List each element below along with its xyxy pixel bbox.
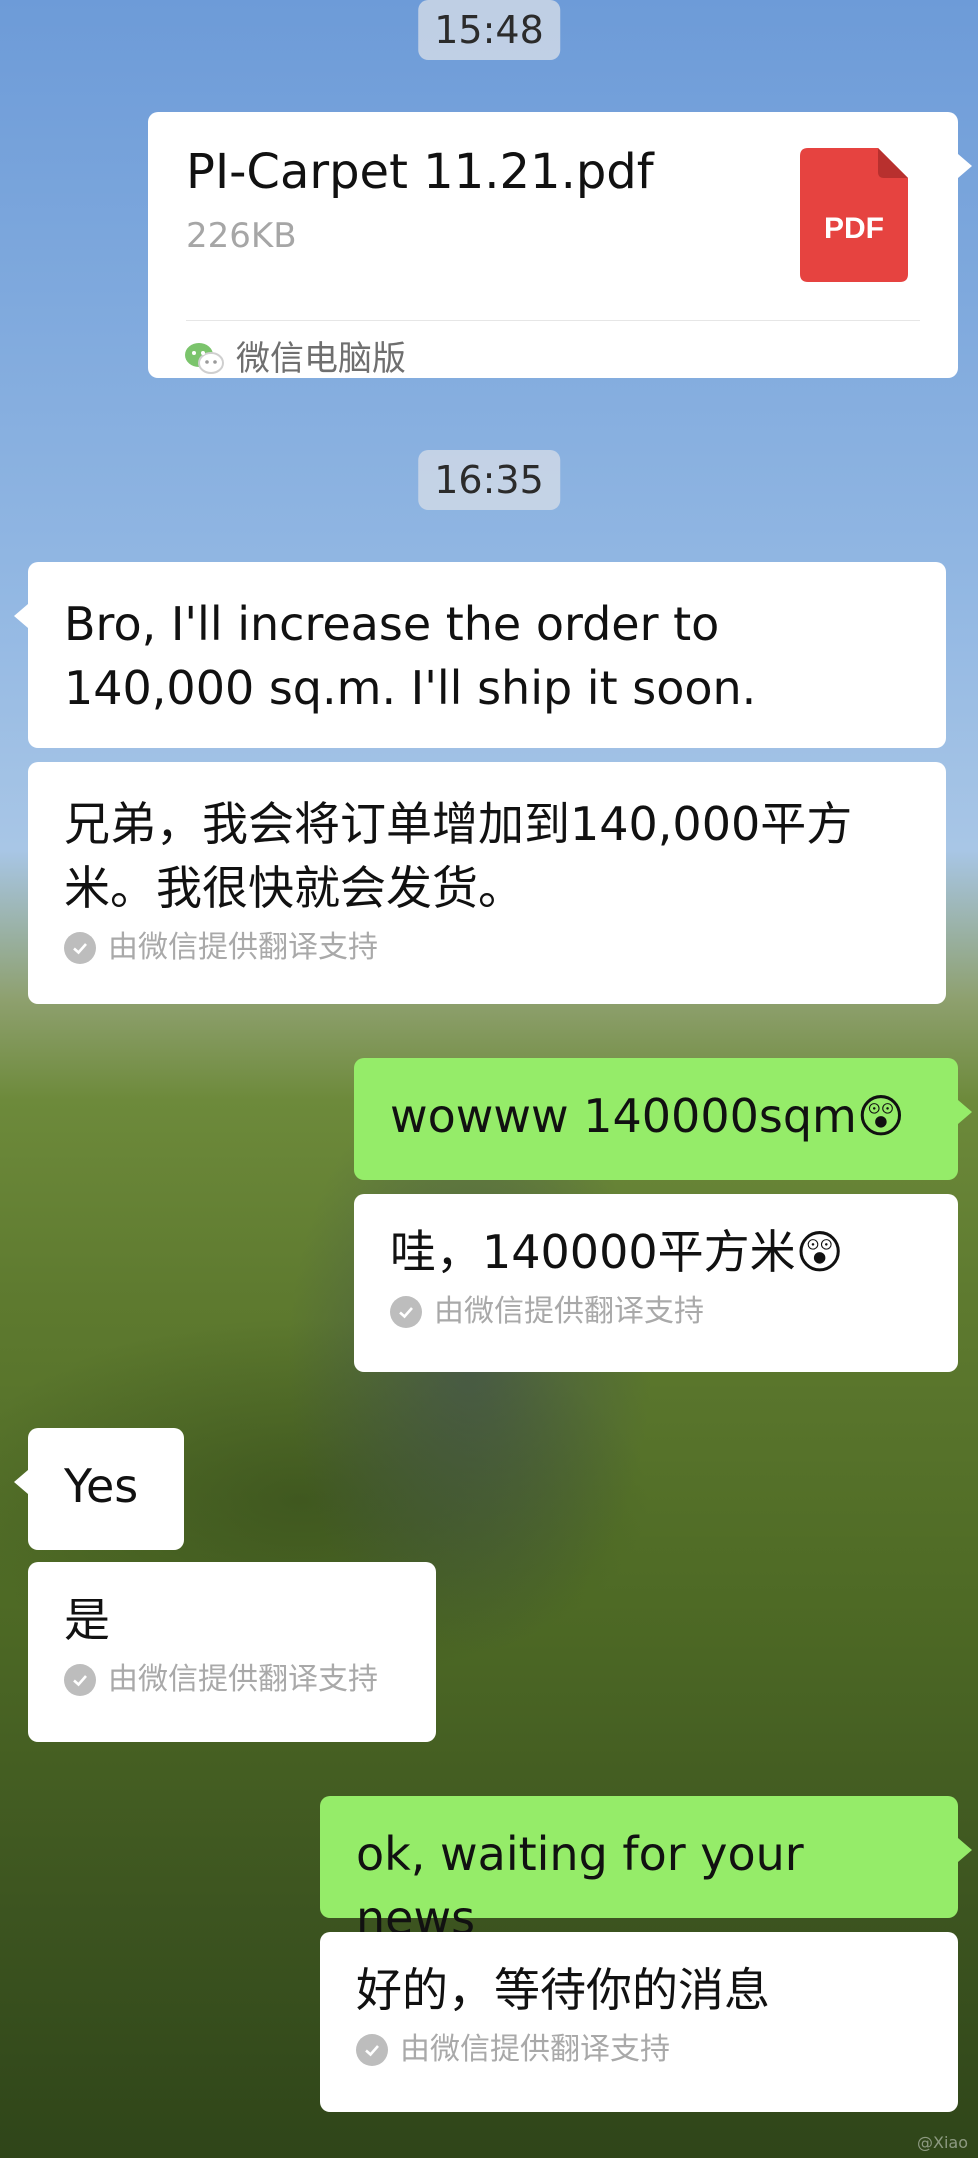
timestamp: 16:35: [418, 450, 560, 510]
check-circle-icon: [64, 1664, 96, 1696]
translation-credit-label: 由微信提供翻译支持: [108, 1662, 378, 1697]
message-text: wowww 140000sqm😲: [390, 1089, 905, 1143]
translation-credit: 由微信提供翻译支持: [64, 928, 910, 968]
translation-bubble[interactable]: 兄弟，我会将订单增加到140,000平方米。我很快就会发货。 由微信提供翻译支持: [28, 762, 946, 1004]
watermark: @Xiao: [917, 2133, 968, 2152]
translation-text: 哇，140000平方米😲: [390, 1225, 844, 1279]
translation-text: 好的，等待你的消息: [356, 1963, 770, 2017]
translation-text: 兄弟，我会将订单增加到140,000平方米。我很快就会发货。: [64, 797, 853, 915]
translation-credit: 由微信提供翻译支持: [390, 1292, 922, 1332]
check-circle-icon: [356, 2034, 388, 2066]
file-size: 226KB: [186, 216, 297, 256]
file-source-label: 微信电脑版: [236, 339, 406, 379]
message-bubble-received[interactable]: Bro, I'll increase the order to 140,000 …: [14, 562, 946, 748]
chat-screen: 15:48 PI-Carpet 11.21.pdf 226KB PDF 微信电脑…: [0, 0, 978, 2158]
message-bubble-sent[interactable]: ok, waiting for your news: [320, 1796, 972, 1945]
file-message-bubble[interactable]: PI-Carpet 11.21.pdf 226KB PDF 微信电脑版: [148, 112, 972, 379]
file-name: PI-Carpet 11.21.pdf: [186, 144, 654, 200]
message-text: Bro, I'll increase the order to 140,000 …: [64, 597, 757, 715]
translation-credit-label: 由微信提供翻译支持: [108, 930, 378, 965]
check-circle-icon: [390, 1296, 422, 1328]
translation-credit-label: 由微信提供翻译支持: [400, 2032, 670, 2067]
pdf-file-icon: PDF: [800, 148, 908, 282]
translation-credit-label: 由微信提供翻译支持: [434, 1294, 704, 1329]
translation-bubble[interactable]: 哇，140000平方米😲 由微信提供翻译支持: [354, 1194, 958, 1372]
translation-text: 是: [64, 1593, 110, 1647]
message-text: Yes: [64, 1459, 139, 1513]
translation-credit: 由微信提供翻译支持: [64, 1660, 400, 1700]
translation-bubble[interactable]: 是 由微信提供翻译支持: [28, 1562, 436, 1742]
divider: [186, 320, 920, 321]
message-text: ok, waiting for your news: [356, 1827, 804, 1945]
check-circle-icon: [64, 932, 96, 964]
timestamp: 15:48: [418, 0, 560, 60]
file-source: 微信电脑版: [184, 334, 406, 384]
message-bubble-sent[interactable]: wowww 140000sqm😲: [354, 1058, 972, 1180]
message-bubble-received[interactable]: Yes: [14, 1428, 184, 1550]
wechat-icon: [184, 341, 224, 377]
pdf-label: PDF: [824, 212, 884, 245]
translation-bubble[interactable]: 好的，等待你的消息 由微信提供翻译支持: [320, 1932, 958, 2112]
translation-credit: 由微信提供翻译支持: [356, 2030, 922, 2070]
